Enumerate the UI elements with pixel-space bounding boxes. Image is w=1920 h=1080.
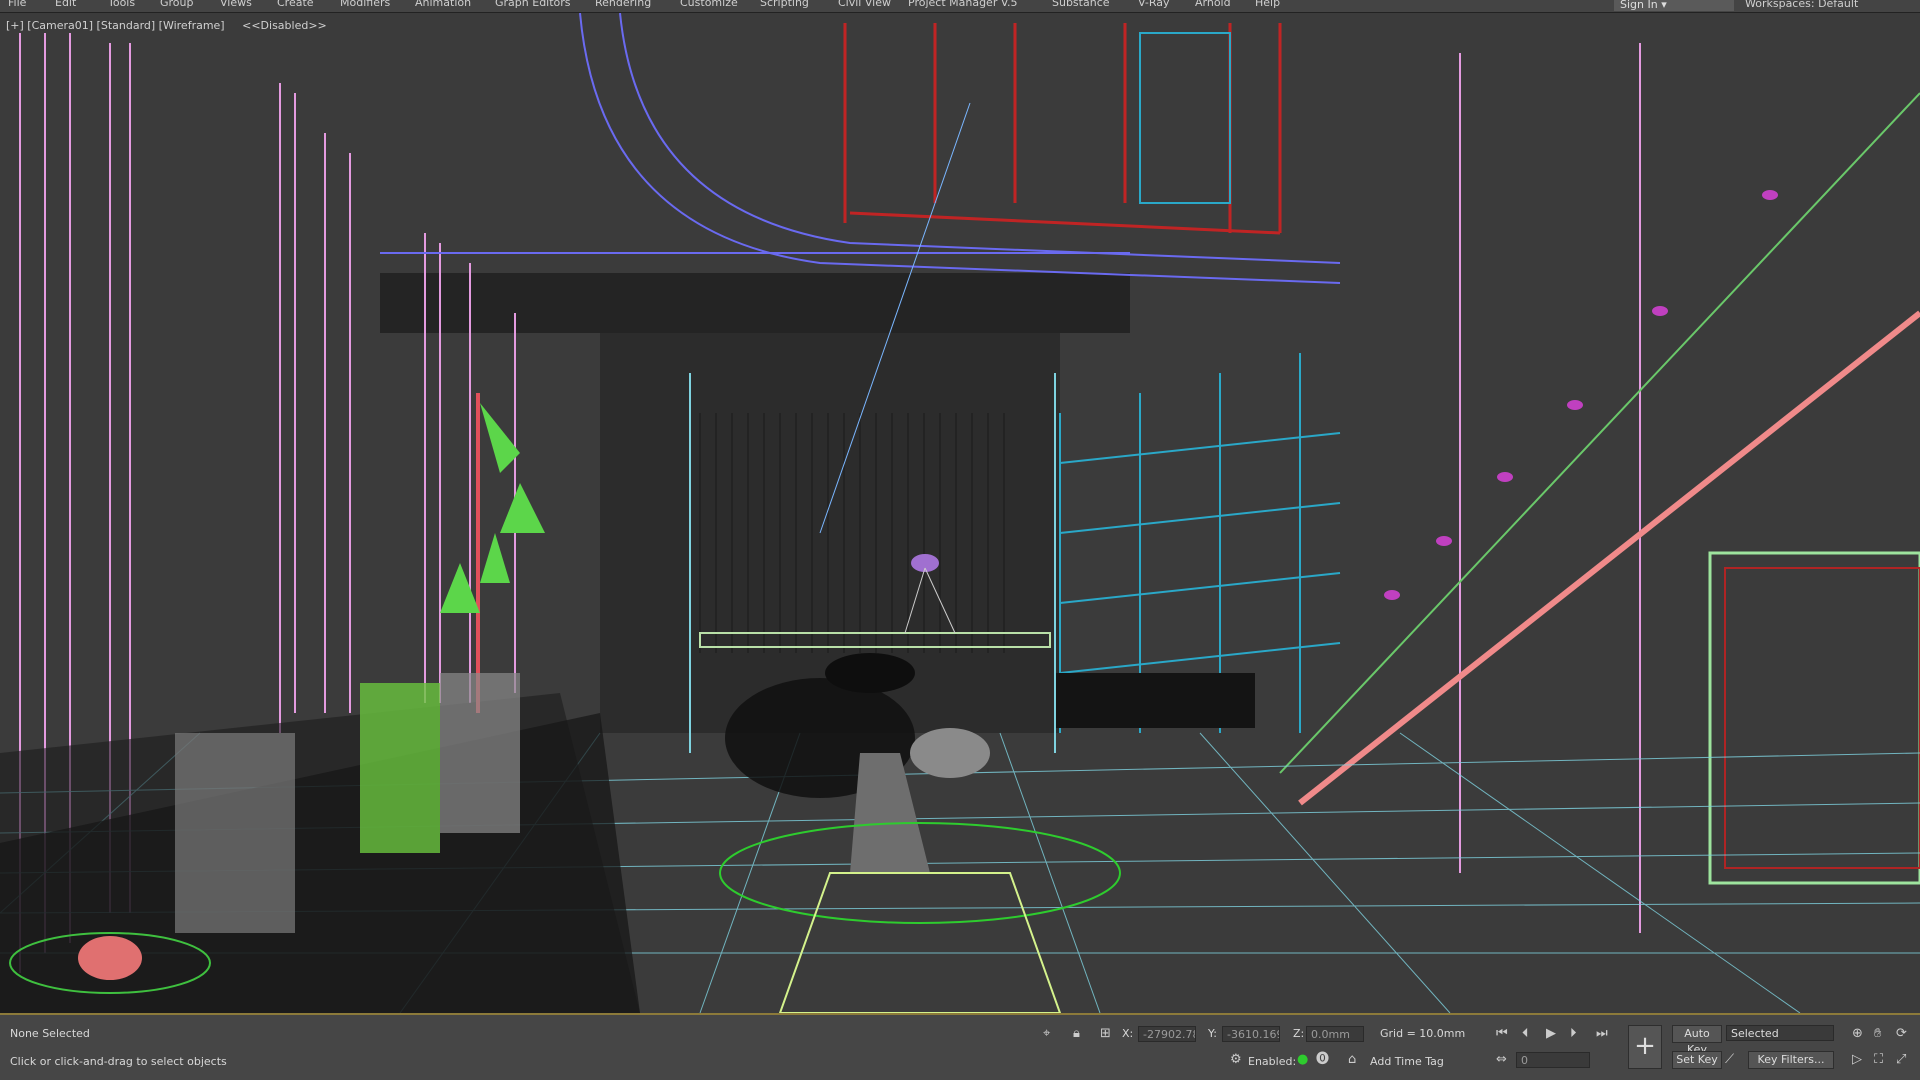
selection-icon[interactable]: ⌖ xyxy=(1043,1027,1050,1041)
prompt-line: Click or click-and-drag to select object… xyxy=(10,1055,227,1068)
viewport-label[interactable]: [+] [Camera01] [Standard] [Wireframe] <<… xyxy=(6,19,327,32)
sign-in-dropdown[interactable]: Sign In ▾ xyxy=(1614,0,1734,11)
add-time-tag-icon[interactable]: ⌂ xyxy=(1348,1053,1356,1067)
zoom-icon[interactable]: ⊕ xyxy=(1852,1027,1863,1041)
go-end-icon[interactable]: ⏭ xyxy=(1596,1027,1608,1041)
lock-icon[interactable]: 🔒︎ xyxy=(1073,1027,1080,1041)
absolute-mode-icon[interactable]: ⊞ xyxy=(1100,1027,1111,1041)
go-start-icon[interactable]: ⏮ xyxy=(1496,1027,1508,1041)
menu-customize[interactable]: Customize xyxy=(680,0,738,9)
y-coordinate-field[interactable]: -3610.169 xyxy=(1222,1026,1280,1042)
current-frame-field[interactable]: 0 xyxy=(1516,1052,1590,1068)
prev-frame-icon[interactable]: ⏴ xyxy=(1522,1027,1529,1041)
menu-project-manager-v-5[interactable]: Project Manager V.5 xyxy=(908,0,1017,9)
x-coordinate-field[interactable]: -27902.78 xyxy=(1138,1026,1196,1042)
key-mode-icon[interactable]: ⇔ xyxy=(1496,1053,1507,1067)
sign-in-label: Sign In xyxy=(1620,0,1658,11)
walkthrough-icon[interactable]: ⛶ xyxy=(1874,1053,1883,1067)
menu-tools[interactable]: Tools xyxy=(108,0,135,9)
set-key-button[interactable]: Set Key xyxy=(1672,1051,1722,1069)
add-time-tag-button[interactable]: Add Time Tag xyxy=(1370,1055,1444,1068)
z-coordinate-field[interactable]: 0.0mm xyxy=(1306,1026,1364,1042)
x-label: X: xyxy=(1122,1027,1134,1040)
workspaces-label: Workspaces: xyxy=(1745,0,1815,10)
wireframe-scene xyxy=(0,13,1920,1013)
maximize-icon[interactable]: ⤢ xyxy=(1896,1053,1906,1067)
menu-v-ray[interactable]: V-Ray xyxy=(1138,0,1170,9)
menu-scripting[interactable]: Scripting xyxy=(760,0,809,9)
auto-key-button[interactable]: Auto Key xyxy=(1672,1025,1722,1056)
menu-animation[interactable]: Animation xyxy=(415,0,471,9)
menu-help[interactable]: Help xyxy=(1255,0,1280,9)
menu-group[interactable]: Group xyxy=(160,0,194,9)
menu-substance[interactable]: Substance xyxy=(1052,0,1110,9)
status-bar: None Selected Click or click-and-drag to… xyxy=(0,1013,1920,1080)
next-frame-icon[interactable]: ⏵ xyxy=(1570,1027,1577,1041)
menu-modifiers[interactable]: Modifiers xyxy=(340,0,390,9)
menu-rendering[interactable]: Rendering xyxy=(595,0,651,9)
y-label: Y: xyxy=(1208,1027,1217,1040)
enabled-label: Enabled: xyxy=(1248,1055,1297,1068)
menu-views[interactable]: Views xyxy=(220,0,252,9)
key-tangent-icon[interactable]: ⟋ xyxy=(1725,1053,1734,1067)
menu-civil-view[interactable]: Civil View xyxy=(838,0,891,9)
pan-icon[interactable]: ✋︎ xyxy=(1874,1027,1881,1041)
menu-create[interactable]: Create xyxy=(277,0,314,9)
field-of-view-icon[interactable]: ▷ xyxy=(1852,1053,1862,1067)
viewport-label-text[interactable]: [+] [Camera01] [Standard] [Wireframe] xyxy=(6,19,225,32)
key-filters-button[interactable]: Key Filters... xyxy=(1748,1051,1834,1069)
daybed xyxy=(1055,673,1255,728)
enabled-light-icon[interactable]: ● xyxy=(1297,1053,1308,1067)
orbit-icon[interactable]: ⟳ xyxy=(1896,1027,1907,1041)
ceiling-soffit xyxy=(380,273,1130,333)
workspaces-selector[interactable]: Workspaces: Default xyxy=(1745,0,1858,10)
key-selection-dropdown[interactable]: Selected xyxy=(1726,1025,1834,1041)
grid-size: Grid = 10.0mm xyxy=(1380,1027,1466,1040)
z-label: Z: xyxy=(1293,1027,1305,1040)
menu-edit[interactable]: Edit xyxy=(55,0,76,9)
viewport-filter[interactable]: <<Disabled>> xyxy=(242,19,327,32)
time-tag-key-icon[interactable]: ⚙ xyxy=(1230,1053,1242,1067)
isolate-icon[interactable]: ⓿ xyxy=(1316,1053,1329,1067)
camera-viewport[interactable]: [+] [Camera01] [Standard] [Wireframe] <<… xyxy=(0,13,1920,1013)
play-icon[interactable]: ▶ xyxy=(1546,1027,1556,1041)
menu-file[interactable]: File xyxy=(8,0,26,9)
menu-arnold[interactable]: Arnold xyxy=(1195,0,1231,9)
menu-bar: File Edit Tools Group Views Create Modifiers An… xyxy=(0,0,1920,13)
key-selection-value: Selected xyxy=(1731,1027,1779,1040)
menu-graph-editors[interactable]: Graph Editors xyxy=(495,0,571,9)
selection-status: None Selected xyxy=(10,1027,90,1040)
set-key-icon[interactable]: + xyxy=(1628,1025,1662,1069)
workspaces-value: Default xyxy=(1818,0,1859,10)
